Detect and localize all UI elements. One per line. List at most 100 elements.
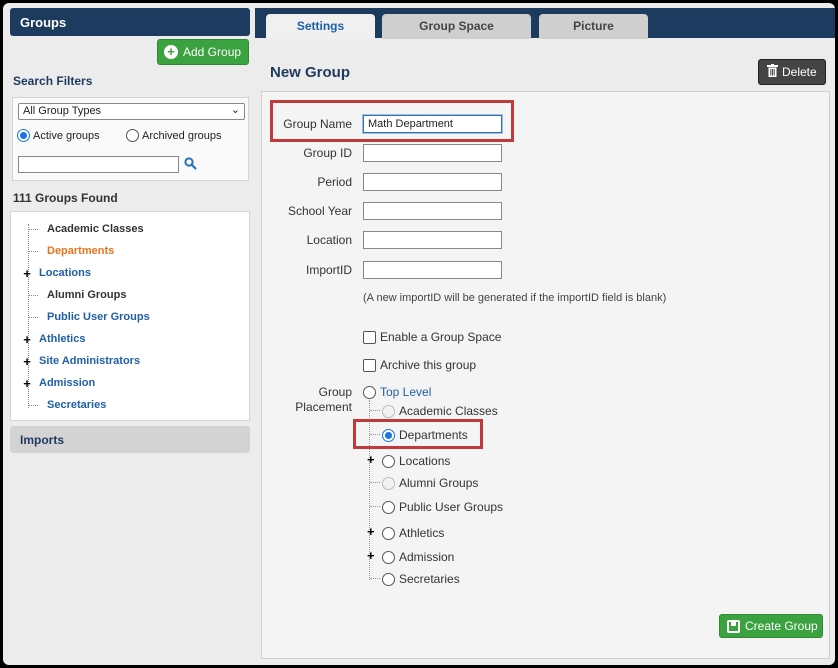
group-id-label: Group ID xyxy=(303,146,352,160)
school-year-input[interactable] xyxy=(363,202,502,220)
location-label: Location xyxy=(306,233,352,247)
placement-radio[interactable] xyxy=(363,385,376,399)
tree-item-athletics[interactable]: + Athletics xyxy=(11,330,85,348)
placement-label: Departments xyxy=(399,428,468,442)
tree-item-label: Locations xyxy=(39,267,91,279)
tree-item-label: Site Administrators xyxy=(39,355,141,367)
placement-label: Alumni Groups xyxy=(399,476,479,490)
placement-label: Locations xyxy=(399,454,451,468)
plus-circle-icon: + xyxy=(164,45,178,59)
archived-groups-label: Archived groups xyxy=(142,129,222,142)
tree-item-departments[interactable]: Departments xyxy=(11,242,114,260)
group-type-select[interactable]: All Group Types ⌄ xyxy=(18,103,245,120)
expand-plus-icon[interactable]: + xyxy=(367,524,375,539)
save-disk-icon xyxy=(727,619,740,633)
search-icon[interactable] xyxy=(184,157,197,173)
group-placement-label: Group Placement xyxy=(262,385,352,415)
tree-branch-line xyxy=(370,482,380,483)
tree-item-label: Admission xyxy=(39,377,96,389)
tree-item-site-administrators[interactable]: + Site Administrators xyxy=(11,352,140,370)
page-title: New Group xyxy=(270,64,351,81)
group-id-input[interactable] xyxy=(363,144,502,162)
tab-settings[interactable]: Settings xyxy=(266,14,375,39)
search-filters-title: Search Filters xyxy=(13,74,93,88)
tree-branch-line xyxy=(370,434,380,435)
tree-item-label: Departments xyxy=(47,245,115,257)
placement-alumni-groups[interactable]: Alumni Groups xyxy=(382,476,478,490)
placement-departments[interactable]: Departments xyxy=(382,428,468,442)
import-id-input[interactable] xyxy=(363,261,502,279)
placement-label: Secretaries xyxy=(399,572,460,586)
search-input[interactable] xyxy=(18,156,179,173)
archived-groups-radio[interactable] xyxy=(126,129,139,142)
tree-item-label: Public User Groups xyxy=(47,311,150,323)
enable-group-space-option[interactable]: Enable a Group Space xyxy=(363,330,501,344)
active-groups-label: Active groups xyxy=(33,129,100,142)
imports-section[interactable]: Imports xyxy=(10,426,250,453)
add-group-label: Add Group xyxy=(183,45,242,59)
placement-locations[interactable]: Locations xyxy=(382,454,450,468)
active-groups-radio[interactable] xyxy=(17,129,30,142)
expand-plus-icon[interactable]: + xyxy=(22,376,32,391)
period-label: Period xyxy=(317,175,352,189)
app-window: Groups + Add Group Search Filters All Gr… xyxy=(3,3,835,665)
placement-public-user-groups[interactable]: Public User Groups xyxy=(382,500,503,514)
tab-picture[interactable]: Picture xyxy=(539,14,648,39)
delete-label: Delete xyxy=(782,65,817,79)
location-input[interactable] xyxy=(363,231,502,249)
groups-found-count: 111 Groups Found xyxy=(13,191,118,205)
group-tree: Academic Classes Departments + Locations … xyxy=(10,211,250,421)
tree-item-secretaries[interactable]: Secretaries xyxy=(11,396,106,414)
placement-radio[interactable] xyxy=(382,572,395,586)
group-form: Group Name Math Department Group ID Peri… xyxy=(261,91,830,659)
expand-plus-icon[interactable]: + xyxy=(22,266,32,281)
period-input[interactable] xyxy=(363,173,502,191)
tree-item-label: Alumni Groups xyxy=(47,289,127,301)
group-name-input[interactable]: Math Department xyxy=(363,115,502,133)
placement-academic-classes[interactable]: Academic Classes xyxy=(382,404,498,418)
placement-radio[interactable] xyxy=(382,500,395,514)
placement-radio-selected[interactable] xyxy=(382,428,395,442)
chevron-down-icon: ⌄ xyxy=(230,104,240,116)
tree-item-label: Secretaries xyxy=(47,399,107,411)
expand-plus-icon[interactable]: + xyxy=(367,452,375,467)
expand-plus-icon[interactable]: + xyxy=(22,354,32,369)
placement-radio[interactable] xyxy=(382,526,395,540)
placement-radio[interactable] xyxy=(382,550,395,564)
create-group-button[interactable]: Create Group xyxy=(719,614,823,638)
group-name-label: Group Name xyxy=(283,117,352,131)
tree-item-public-user-groups[interactable]: Public User Groups xyxy=(11,308,150,326)
placement-radio xyxy=(382,476,395,490)
enable-group-space-checkbox[interactable] xyxy=(363,330,376,344)
expand-plus-icon[interactable]: + xyxy=(22,332,32,347)
placement-label: Public User Groups xyxy=(399,500,504,514)
active-groups-option[interactable]: Active groups xyxy=(17,129,100,142)
tree-item-alumni-groups[interactable]: Alumni Groups xyxy=(11,286,126,304)
placement-radio[interactable] xyxy=(382,454,395,468)
tab-group-space[interactable]: Group Space xyxy=(382,14,531,39)
placement-label-line2: Placement xyxy=(295,400,352,414)
delete-button[interactable]: Delete xyxy=(758,59,826,85)
tree-item-academic-classes[interactable]: Academic Classes xyxy=(11,220,144,238)
placement-label: Top Level xyxy=(380,385,432,399)
add-group-button[interactable]: + Add Group xyxy=(157,39,249,65)
placement-label: Athletics xyxy=(399,526,445,540)
tree-branch-line xyxy=(370,410,380,411)
archive-group-checkbox[interactable] xyxy=(363,358,376,372)
placement-secretaries[interactable]: Secretaries xyxy=(382,572,460,586)
placement-athletics[interactable]: Athletics xyxy=(382,526,444,540)
tree-item-locations[interactable]: + Locations xyxy=(11,264,91,282)
tree-item-label: Athletics xyxy=(39,333,86,345)
filter-panel: All Group Types ⌄ Active groups Archived… xyxy=(12,97,249,181)
archive-group-label: Archive this group xyxy=(380,358,477,372)
placement-admission[interactable]: Admission xyxy=(382,550,454,564)
expand-plus-icon[interactable]: + xyxy=(367,548,375,563)
archived-groups-option[interactable]: Archived groups xyxy=(126,129,222,142)
tree-item-admission[interactable]: + Admission xyxy=(11,374,95,392)
tree-branch-line xyxy=(370,506,380,507)
tree-branch-line xyxy=(370,578,380,579)
school-year-label: School Year xyxy=(287,204,352,218)
archive-group-option[interactable]: Archive this group xyxy=(363,358,476,372)
placement-top-level[interactable]: Top Level xyxy=(363,385,431,399)
placement-label: Admission xyxy=(399,550,455,564)
